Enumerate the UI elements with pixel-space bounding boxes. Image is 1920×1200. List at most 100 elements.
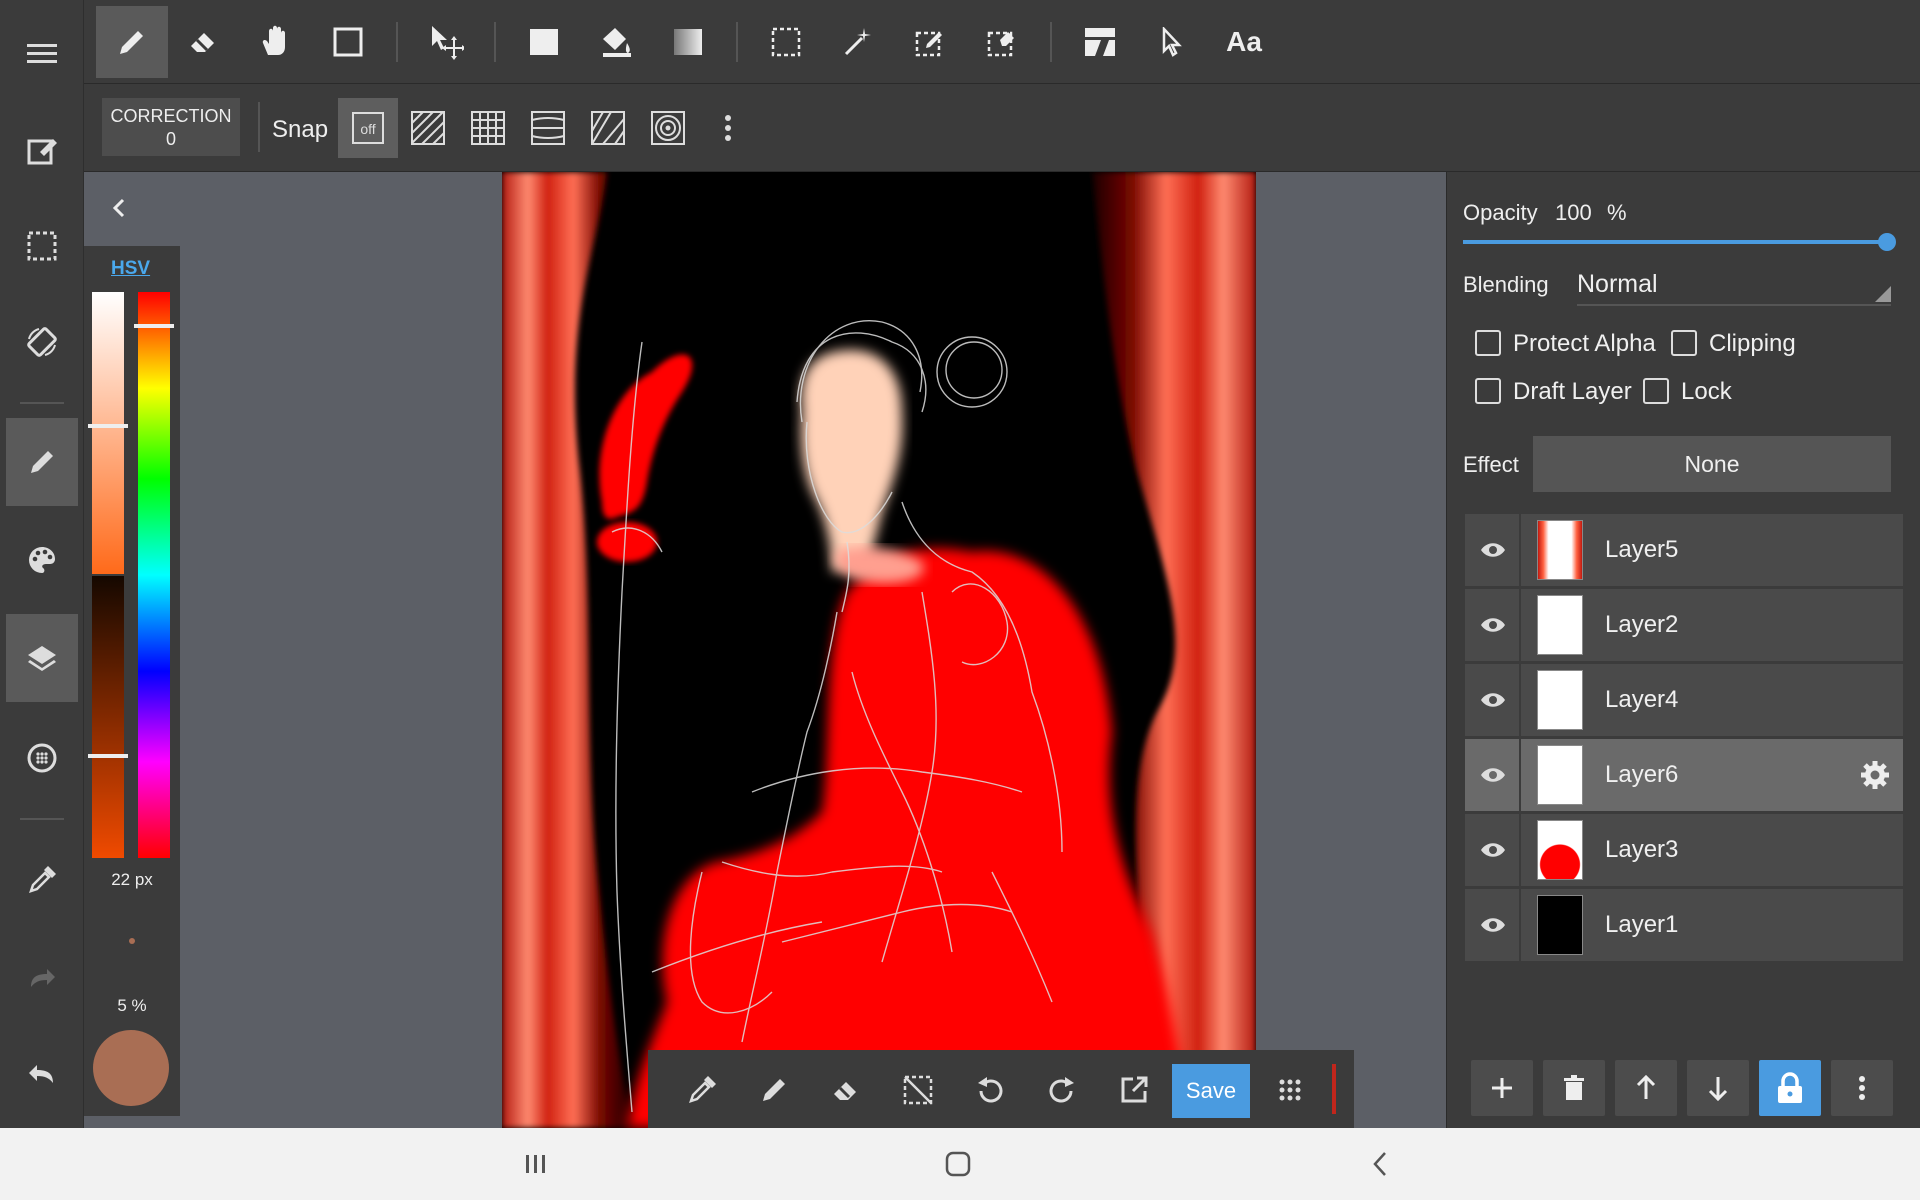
rotate-icon — [27, 327, 57, 357]
undo-button[interactable] — [6, 1030, 78, 1118]
opacity-slider[interactable] — [1463, 233, 1896, 251]
layer-row-layer5[interactable]: Layer5 — [1465, 514, 1903, 586]
bucket-tool-button[interactable] — [580, 6, 652, 78]
add-layer-button[interactable] — [1471, 1060, 1533, 1116]
eraser-icon — [834, 1082, 856, 1100]
pointer-tool-button[interactable] — [1136, 6, 1208, 78]
snap-off-button[interactable]: off — [338, 98, 398, 158]
quick-action-bar: Save — [648, 1050, 1354, 1128]
hsv-tab[interactable]: HSV — [111, 258, 150, 280]
redo-button[interactable] — [6, 934, 78, 1022]
current-color-swatch[interactable] — [93, 1030, 169, 1106]
snap-parallel-button[interactable] — [398, 98, 458, 158]
move-tool-button[interactable] — [410, 6, 482, 78]
action-pen-button[interactable] — [746, 1062, 802, 1118]
brush-button[interactable] — [6, 418, 78, 506]
correction-button[interactable]: CORRECTION 0 — [102, 98, 240, 156]
action-grid-menu-button[interactable] — [1262, 1062, 1318, 1118]
move-layer-up-button[interactable] — [1615, 1060, 1677, 1116]
action-undo-button[interactable] — [962, 1062, 1018, 1118]
blending-value: Normal — [1577, 270, 1658, 298]
snap-more-button[interactable] — [698, 98, 758, 158]
hue-slider[interactable] — [138, 292, 170, 858]
rotate-canvas-button[interactable] — [6, 298, 78, 386]
eyedropper-button[interactable] — [6, 836, 78, 924]
eye-icon[interactable] — [1479, 690, 1507, 710]
delete-layer-button[interactable] — [1543, 1060, 1605, 1116]
effect-button[interactable]: None — [1533, 436, 1891, 492]
recent-apps-button[interactable] — [516, 1142, 556, 1186]
saturation-handle[interactable] — [88, 424, 128, 428]
snap-grid-button[interactable] — [458, 98, 518, 158]
hue-handle[interactable] — [134, 324, 174, 328]
saturation-slider[interactable] — [92, 292, 124, 574]
action-eyedropper-button[interactable] — [674, 1062, 730, 1118]
select-pen-tool-button[interactable] — [894, 6, 966, 78]
opacity-slider-handle[interactable] — [1878, 233, 1896, 251]
texture-button[interactable] — [6, 714, 78, 802]
more-vertical-icon — [725, 115, 731, 141]
layer-row-layer3[interactable]: Layer3 — [1465, 814, 1903, 886]
hand-tool-button[interactable] — [240, 6, 312, 78]
back-button[interactable] — [1360, 1142, 1400, 1186]
home-button[interactable] — [938, 1142, 978, 1186]
layer-name: Layer1 — [1605, 911, 1679, 938]
eye-icon[interactable] — [1479, 540, 1507, 560]
menu-button[interactable] — [6, 10, 78, 98]
action-redo-button[interactable] — [1034, 1062, 1090, 1118]
color-palette-button[interactable] — [6, 516, 78, 604]
blending-select[interactable]: Normal — [1577, 264, 1891, 306]
select-eraser-tool-button[interactable] — [966, 6, 1038, 78]
snap-perspective-button[interactable] — [578, 98, 638, 158]
eye-icon[interactable] — [1479, 915, 1507, 935]
action-share-button[interactable] — [1106, 1062, 1162, 1118]
pen-tool-button[interactable] — [96, 6, 168, 78]
layer-name: Layer3 — [1605, 836, 1679, 863]
eye-icon[interactable] — [1479, 840, 1507, 860]
text-tool-button[interactable]: Aa — [1208, 6, 1280, 78]
snap-radial-button[interactable] — [638, 98, 698, 158]
layer-row-layer1[interactable]: Layer1 — [1465, 889, 1903, 961]
fill-rect-tool-button[interactable] — [508, 6, 580, 78]
snap-horizontal-button[interactable] — [518, 98, 578, 158]
clipping-checkbox[interactable] — [1671, 330, 1697, 356]
pencil-icon — [31, 451, 53, 473]
save-button[interactable]: Save — [1172, 1064, 1250, 1118]
value-handle[interactable] — [88, 754, 128, 758]
eraser-tool-button[interactable] — [168, 6, 240, 78]
move-layer-down-button[interactable] — [1687, 1060, 1749, 1116]
layer-thumbnail — [1537, 820, 1583, 880]
collapse-panel-button[interactable] — [104, 190, 134, 226]
select-eraser-icon — [987, 31, 1014, 57]
layer-name: Layer6 — [1605, 761, 1679, 788]
move-icon — [432, 26, 464, 60]
layer-panel: Opacity 100 % Blending Normal Protect Al… — [1446, 172, 1920, 1128]
action-deselect-button[interactable] — [890, 1062, 946, 1118]
gradient-tool-button[interactable] — [652, 6, 724, 78]
selection-button[interactable] — [6, 202, 78, 290]
edit-canvas-button[interactable] — [6, 106, 78, 194]
blending-label: Blending — [1463, 272, 1549, 297]
protect-alpha-checkbox[interactable] — [1475, 330, 1501, 356]
magic-wand-tool-button[interactable] — [822, 6, 894, 78]
eye-icon[interactable] — [1479, 765, 1507, 785]
lock-layer-button[interactable] — [1759, 1060, 1821, 1116]
layers-button[interactable] — [6, 614, 78, 702]
shape-tool-button[interactable] — [312, 6, 384, 78]
drawing-canvas[interactable] — [502, 172, 1256, 1128]
layer-row-layer6[interactable]: Layer6 — [1465, 739, 1903, 811]
draft-layer-checkbox[interactable] — [1475, 378, 1501, 404]
action-eraser-button[interactable] — [818, 1062, 874, 1118]
layer-row-layer2[interactable]: Layer2 — [1465, 589, 1903, 661]
clipping-label: Clipping — [1709, 330, 1796, 357]
layer-row-layer4[interactable]: Layer4 — [1465, 664, 1903, 736]
selection-tool-button[interactable] — [750, 6, 822, 78]
snap-off-icon: off — [352, 112, 384, 144]
layer-more-button[interactable] — [1831, 1060, 1893, 1116]
lock-checkbox[interactable] — [1643, 378, 1669, 404]
gear-icon[interactable] — [1859, 759, 1891, 791]
layer-transform-tool-button[interactable] — [1064, 6, 1136, 78]
eye-icon[interactable] — [1479, 615, 1507, 635]
lock-icon — [1778, 1072, 1802, 1103]
value-slider[interactable] — [92, 576, 124, 858]
